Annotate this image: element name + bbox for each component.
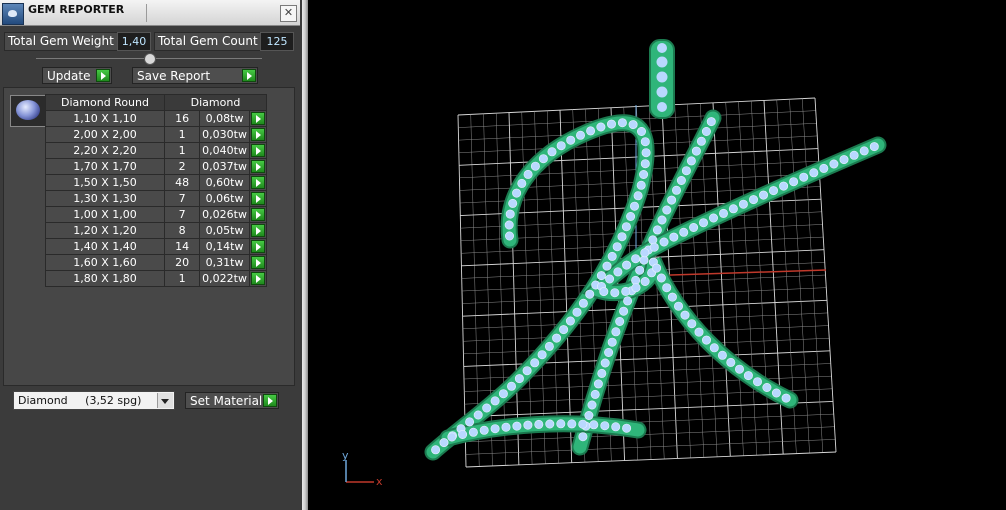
title-separator bbox=[146, 4, 147, 22]
gem-size: 1,70 X 1,70 bbox=[45, 158, 165, 175]
play-arrow-icon bbox=[250, 144, 265, 157]
gem-count: 8 bbox=[163, 222, 201, 239]
table-row: 2,20 X 2,20 1 0,040tw bbox=[45, 142, 268, 159]
gem-weight: 0,026tw bbox=[199, 206, 250, 223]
gem-size: 2,00 X 2,00 bbox=[45, 126, 165, 143]
gem-size: 1,00 X 1,00 bbox=[45, 206, 165, 223]
window-title: GEM REPORTER bbox=[28, 3, 125, 16]
gem-weight: 0,14tw bbox=[199, 238, 250, 255]
panel-splitter-handle[interactable] bbox=[144, 53, 156, 65]
gem-count: 1 bbox=[163, 142, 201, 159]
axis-y-label: y bbox=[342, 449, 349, 462]
gem-size: 1,50 X 1,50 bbox=[45, 174, 165, 191]
table-row: 1,70 X 1,70 2 0,037tw bbox=[45, 158, 268, 175]
gem-table: Diamond Round Diamond 1,10 X 1,10 16 0,08t… bbox=[45, 94, 268, 287]
row-go-button[interactable] bbox=[248, 142, 268, 159]
gem-size: 1,60 X 1,60 bbox=[45, 254, 165, 271]
row-go-button[interactable] bbox=[248, 270, 268, 287]
gem-weight: 0,037tw bbox=[199, 158, 250, 175]
gem-count: 2 bbox=[163, 158, 201, 175]
gem-count: 1 bbox=[163, 126, 201, 143]
set-material-button[interactable]: Set Material bbox=[185, 392, 279, 409]
play-arrow-icon bbox=[242, 69, 256, 82]
table-row: 2,00 X 2,00 1 0,030tw bbox=[45, 126, 268, 143]
gem-count: 7 bbox=[163, 206, 201, 223]
row-go-button[interactable] bbox=[248, 126, 268, 143]
play-arrow-icon bbox=[250, 208, 265, 221]
material-select[interactable]: Diamond (3,52 spg) bbox=[13, 391, 175, 410]
chevron-down-icon[interactable] bbox=[157, 393, 173, 408]
gem-weight: 0,040tw bbox=[199, 142, 250, 159]
total-gem-weight-value: 1,40 bbox=[117, 32, 151, 51]
gem-size: 1,80 X 1,80 bbox=[45, 270, 165, 287]
gem-reporter-panel: GEM REPORTER ✕ Total Gem Weight 1,40 Tot… bbox=[0, 0, 302, 510]
close-icon[interactable]: ✕ bbox=[280, 5, 297, 22]
play-arrow-icon bbox=[250, 112, 265, 125]
row-go-button[interactable] bbox=[248, 190, 268, 207]
gem-size: 1,30 X 1,30 bbox=[45, 190, 165, 207]
update-button[interactable]: Update bbox=[42, 67, 112, 84]
gem-size: 1,10 X 1,10 bbox=[45, 110, 165, 127]
table-row: 1,30 X 1,30 7 0,06tw bbox=[45, 190, 268, 207]
3d-viewport[interactable]: x y bbox=[308, 0, 1006, 510]
play-arrow-icon bbox=[250, 160, 265, 173]
material-select-value: Diamond (3,52 spg) bbox=[18, 394, 142, 407]
play-arrow-icon bbox=[250, 224, 265, 237]
table-row: 1,20 X 1,20 8 0,05tw bbox=[45, 222, 268, 239]
gem-count: 20 bbox=[163, 254, 201, 271]
gem-weight: 0,08tw bbox=[199, 110, 250, 127]
play-arrow-icon bbox=[250, 192, 265, 205]
table-row: 1,10 X 1,10 16 0,08tw bbox=[45, 110, 268, 127]
play-arrow-icon bbox=[250, 176, 265, 189]
axis-x-label: x bbox=[376, 475, 383, 488]
play-arrow-icon bbox=[250, 128, 265, 141]
header-diamond: Diamond bbox=[164, 94, 267, 111]
gem-weight: 0,60tw bbox=[199, 174, 250, 191]
table-row: 1,50 X 1,50 48 0,60tw bbox=[45, 174, 268, 191]
diamond-gem-icon bbox=[10, 95, 46, 127]
row-go-button[interactable] bbox=[248, 254, 268, 271]
gem-weight: 0,030tw bbox=[199, 126, 250, 143]
save-report-button[interactable]: Save Report bbox=[132, 67, 258, 84]
total-gem-count-label: Total Gem Count bbox=[154, 32, 262, 51]
row-go-button[interactable] bbox=[248, 222, 268, 239]
title-bar: GEM REPORTER ✕ bbox=[0, 0, 300, 26]
gem-reporter-icon bbox=[2, 3, 24, 25]
gem-count: 1 bbox=[163, 270, 201, 287]
gem-size: 1,20 X 1,20 bbox=[45, 222, 165, 239]
pendant-render: x y bbox=[342, 39, 887, 488]
gem-size: 1,40 X 1,40 bbox=[45, 238, 165, 255]
table-row: 1,80 X 1,80 1 0,022tw bbox=[45, 270, 268, 287]
gem-weight: 0,05tw bbox=[199, 222, 250, 239]
play-arrow-icon bbox=[250, 272, 265, 285]
play-arrow-icon bbox=[96, 69, 110, 82]
axis-gizmo: x y bbox=[342, 449, 383, 488]
table-row: 1,40 X 1,40 14 0,14tw bbox=[45, 238, 268, 255]
gem-count: 48 bbox=[163, 174, 201, 191]
header-diamond-round: Diamond Round bbox=[45, 94, 165, 111]
pendant-bail bbox=[649, 39, 675, 119]
update-button-label: Update bbox=[47, 69, 91, 83]
row-go-button[interactable] bbox=[248, 238, 268, 255]
gem-weight: 0,022tw bbox=[199, 270, 250, 287]
save-report-button-label: Save Report bbox=[137, 69, 211, 83]
row-go-button[interactable] bbox=[248, 174, 268, 191]
total-gem-weight-label: Total Gem Weight bbox=[4, 32, 120, 51]
gem-count: 16 bbox=[163, 110, 201, 127]
gem-count: 14 bbox=[163, 238, 201, 255]
gem-weight: 0,06tw bbox=[199, 190, 250, 207]
gem-count: 7 bbox=[163, 190, 201, 207]
set-material-button-label: Set Material bbox=[190, 394, 263, 408]
total-gem-count-value: 125 bbox=[260, 32, 294, 51]
row-go-button[interactable] bbox=[248, 158, 268, 175]
row-go-button[interactable] bbox=[248, 206, 268, 223]
play-arrow-icon bbox=[263, 394, 277, 407]
play-arrow-icon bbox=[250, 256, 265, 269]
row-go-button[interactable] bbox=[248, 110, 268, 127]
play-arrow-icon bbox=[250, 240, 265, 253]
table-row: 1,00 X 1,00 7 0,026tw bbox=[45, 206, 268, 223]
gem-weight: 0,31tw bbox=[199, 254, 250, 271]
gem-size: 2,20 X 2,20 bbox=[45, 142, 165, 159]
table-row: 1,60 X 1,60 20 0,31tw bbox=[45, 254, 268, 271]
